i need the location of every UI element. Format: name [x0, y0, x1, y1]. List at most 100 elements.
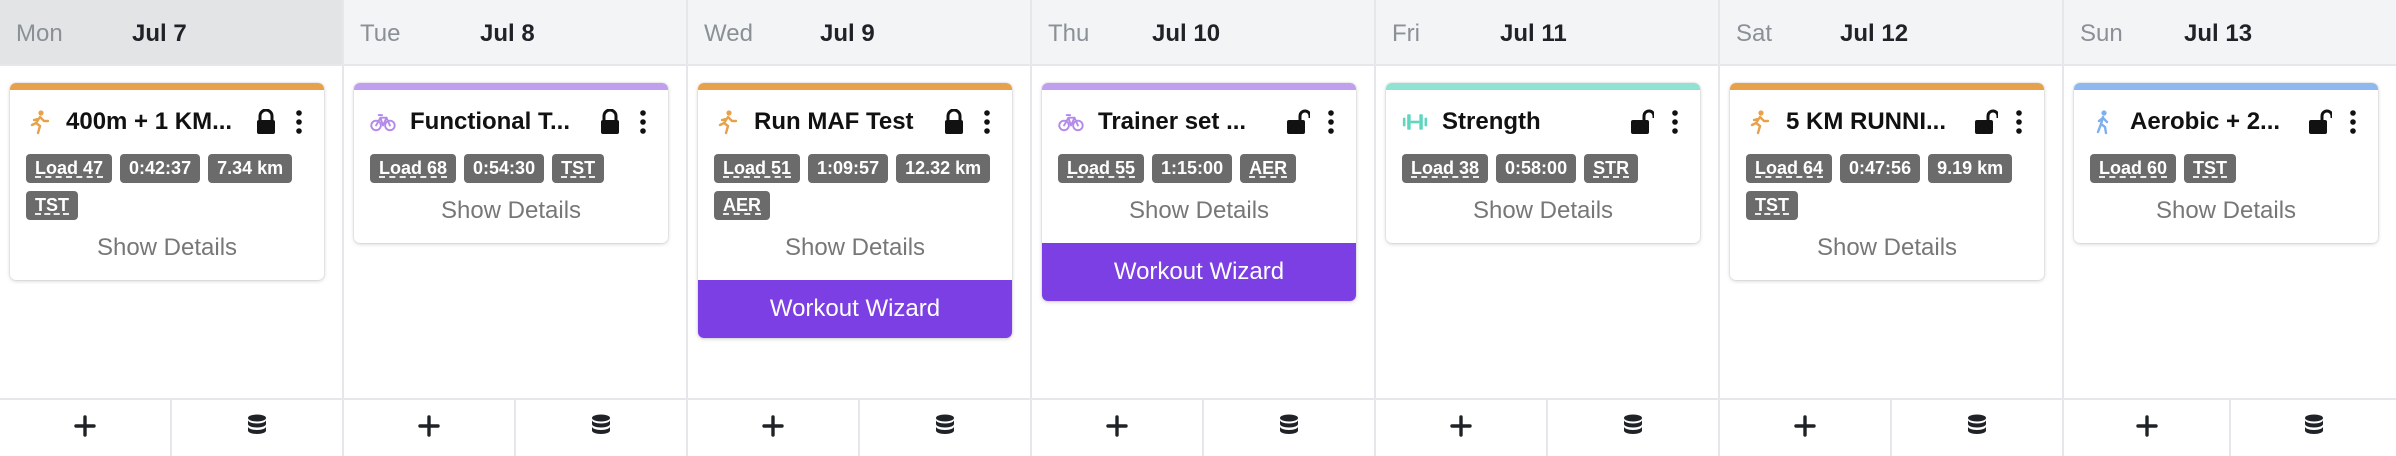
- dumbbell-icon: [1402, 109, 1428, 135]
- workout-card[interactable]: Strength Load 38 0:58:00 STR Show Details: [1386, 83, 1700, 243]
- show-details-button[interactable]: Show Details: [1042, 183, 1356, 243]
- show-details-button[interactable]: Show Details: [10, 220, 324, 280]
- workout-title[interactable]: Strength: [1442, 108, 1620, 136]
- workout-metric-badge: Load 68: [370, 154, 457, 183]
- workout-library-button[interactable]: [1890, 400, 2062, 456]
- lock-open-icon[interactable]: [1974, 109, 2000, 135]
- workout-metric-badge: 0:58:00: [1496, 154, 1577, 183]
- day-header: Mon Jul 7: [0, 0, 342, 66]
- database-icon: [1279, 414, 1299, 443]
- workout-card[interactable]: 400m + 1 KM... Load 47 0:42:37 7.34 km TST …: [10, 83, 324, 280]
- workout-metric-badge: Load 60: [2090, 154, 2177, 183]
- plus-icon: [2135, 414, 2158, 442]
- workout-metrics: Load 68 0:54:30 TST: [370, 154, 652, 183]
- add-workout-button[interactable]: [1376, 400, 1546, 456]
- workout-title[interactable]: 5 KM RUNNI...: [1786, 108, 1964, 136]
- add-workout-button[interactable]: [2064, 400, 2229, 456]
- day-footer: [1032, 398, 1374, 456]
- lock-closed-icon[interactable]: [254, 108, 278, 135]
- day-footer: [0, 398, 342, 456]
- more-options-icon[interactable]: [294, 109, 304, 135]
- day-footer: [344, 398, 686, 456]
- day-footer: [2064, 398, 2396, 456]
- more-options-icon[interactable]: [982, 109, 992, 135]
- workout-title[interactable]: Run MAF Test: [754, 108, 932, 136]
- day-date: Jul 8: [480, 20, 535, 47]
- add-workout-button[interactable]: [344, 400, 514, 456]
- more-options-icon[interactable]: [2348, 109, 2358, 135]
- add-workout-button[interactable]: [688, 400, 858, 456]
- day-date: Jul 13: [2184, 20, 2253, 47]
- show-details-button[interactable]: Show Details: [1730, 220, 2044, 280]
- running-icon: [714, 109, 740, 135]
- database-icon: [591, 414, 611, 443]
- workout-library-button[interactable]: [1202, 400, 1374, 456]
- day-header: Tue Jul 8: [344, 0, 686, 66]
- workout-title[interactable]: 400m + 1 KM...: [66, 108, 244, 136]
- workout-wizard-button[interactable]: Workout Wizard: [698, 280, 1012, 338]
- running-icon: [26, 109, 52, 135]
- day-of-week: Mon: [16, 20, 63, 47]
- day-header: Wed Jul 9: [688, 0, 1030, 66]
- day-footer: [688, 398, 1030, 456]
- workout-title[interactable]: Aerobic + 2...: [2130, 108, 2298, 136]
- workout-card[interactable]: Run MAF Test Load 51 1:09:57 12.32 km AER S…: [698, 83, 1012, 338]
- day-column-thu: Thu Jul 10 Trainer set ... Load 55 1:15:0…: [1032, 0, 1376, 456]
- add-workout-button[interactable]: [1032, 400, 1202, 456]
- sport-color-bar: [1730, 83, 2044, 90]
- workout-metric-badge: 1:15:00: [1152, 154, 1233, 183]
- more-options-icon[interactable]: [2014, 109, 2024, 135]
- database-icon: [247, 414, 267, 443]
- plus-icon: [1450, 414, 1472, 442]
- lock-closed-icon[interactable]: [942, 108, 966, 135]
- more-options-icon[interactable]: [638, 109, 648, 135]
- workout-metrics: Load 47 0:42:37 7.34 km TST: [26, 154, 308, 220]
- day-column-sun: Sun Jul 13 Aerobic + 2... Load 60 TST Sho…: [2064, 0, 2396, 456]
- workout-library-button[interactable]: [514, 400, 686, 456]
- workout-title[interactable]: Functional T...: [410, 108, 588, 136]
- workout-metric-badge: Load 47: [26, 154, 113, 183]
- workout-metric-badge: Load 51: [714, 154, 801, 183]
- workout-library-button[interactable]: [2229, 400, 2396, 456]
- day-date: Jul 10: [1152, 20, 1221, 47]
- show-details-button[interactable]: Show Details: [1386, 183, 1700, 243]
- day-header: Sun Jul 13: [2064, 0, 2396, 66]
- show-details-button[interactable]: Show Details: [2074, 183, 2378, 243]
- add-workout-button[interactable]: [0, 400, 170, 456]
- day-header: Fri Jul 11: [1376, 0, 1718, 66]
- workout-metric-badge: Load 55: [1058, 154, 1145, 183]
- workout-card[interactable]: 5 KM RUNNI... Load 64 0:47:56 9.19 km TST S…: [1730, 83, 2044, 280]
- day-column-wed: Wed Jul 9 Run MAF Test Load 51 1:09:57 12.…: [688, 0, 1032, 456]
- lock-open-icon[interactable]: [2308, 109, 2334, 135]
- show-details-button[interactable]: Show Details: [698, 220, 1012, 280]
- workout-metrics: Load 51 1:09:57 12.32 km AER: [714, 154, 996, 220]
- add-workout-button[interactable]: [1720, 400, 1890, 456]
- week-calendar: Mon Jul 7 400m + 1 KM... Load 47 0:42:37 7…: [0, 0, 2396, 456]
- workout-metric-badge: Load 64: [1746, 154, 1833, 183]
- workout-library-button[interactable]: [170, 400, 342, 456]
- lock-closed-icon[interactable]: [598, 108, 622, 135]
- workout-metric-badge: AER: [1240, 154, 1297, 183]
- workout-card[interactable]: Aerobic + 2... Load 60 TST Show Details: [2074, 83, 2378, 243]
- workout-library-button[interactable]: [1546, 400, 1718, 456]
- workout-library-button[interactable]: [858, 400, 1030, 456]
- workout-card[interactable]: Functional T... Load 68 0:54:30 TST Show D…: [354, 83, 668, 243]
- workout-metric-badge: 0:47:56: [1840, 154, 1921, 183]
- day-header: Sat Jul 12: [1720, 0, 2062, 66]
- more-options-icon[interactable]: [1670, 109, 1680, 135]
- workout-metric-badge: TST: [1746, 191, 1798, 220]
- more-options-icon[interactable]: [1326, 109, 1336, 135]
- lock-open-icon[interactable]: [1630, 109, 1656, 135]
- sport-color-bar: [1386, 83, 1700, 90]
- day-date: Jul 9: [820, 20, 875, 47]
- workout-card[interactable]: Trainer set ... Load 55 1:15:00 AER Show D…: [1042, 83, 1356, 301]
- workout-metrics: Load 60 TST: [2090, 154, 2362, 183]
- workout-wizard-button[interactable]: Workout Wizard: [1042, 243, 1356, 301]
- lock-open-icon[interactable]: [1286, 109, 1312, 135]
- database-icon: [1967, 414, 1987, 443]
- show-details-button[interactable]: Show Details: [354, 183, 668, 243]
- workout-metric-badge: 9.19 km: [1928, 154, 2013, 183]
- workout-title[interactable]: Trainer set ...: [1098, 108, 1276, 136]
- plus-icon: [762, 414, 784, 442]
- day-date: Jul 7: [132, 20, 187, 47]
